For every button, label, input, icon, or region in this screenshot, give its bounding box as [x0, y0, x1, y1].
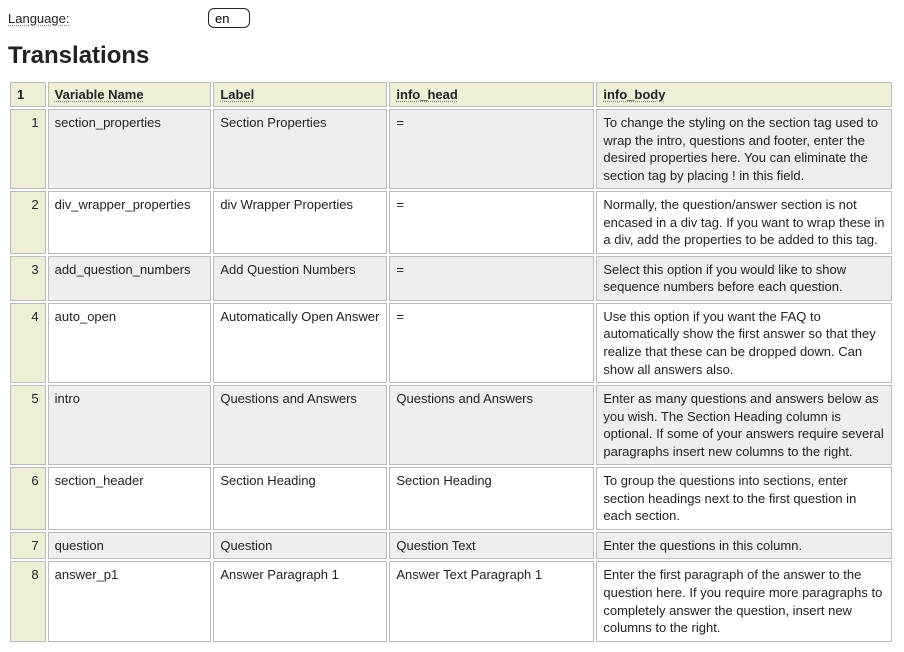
cell-info-head[interactable]: Question Text — [389, 532, 594, 560]
table-corner-cell[interactable]: 1 — [10, 82, 46, 107]
cell-label[interactable]: Section Properties — [213, 109, 387, 189]
language-row: Language: — [8, 8, 896, 28]
col-header-variable-name[interactable]: Variable Name — [48, 82, 212, 107]
cell-info-body[interactable]: Enter the first paragraph of the answer … — [596, 561, 892, 641]
row-number[interactable]: 8 — [10, 561, 46, 641]
row-number[interactable]: 4 — [10, 303, 46, 383]
col-header-info-head[interactable]: info_head — [389, 82, 594, 107]
cell-variable-name[interactable]: section_header — [48, 467, 212, 530]
cell-info-body[interactable]: Use this option if you want the FAQ to a… — [596, 303, 892, 383]
cell-info-body[interactable]: Enter as many questions and answers belo… — [596, 385, 892, 465]
table-row: 1 section_properties Section Properties … — [10, 109, 892, 189]
translations-table: 1 Variable Name Label info_head info_bod… — [8, 80, 894, 644]
cell-variable-name[interactable]: intro — [48, 385, 212, 465]
cell-info-body[interactable]: To group the questions into sections, en… — [596, 467, 892, 530]
language-input[interactable] — [208, 8, 250, 28]
cell-info-head[interactable]: = — [389, 109, 594, 189]
table-row: 6 section_header Section Heading Section… — [10, 467, 892, 530]
cell-variable-name[interactable]: section_properties — [48, 109, 212, 189]
cell-label[interactable]: Question — [213, 532, 387, 560]
table-row: 2 div_wrapper_properties div Wrapper Pro… — [10, 191, 892, 254]
cell-label[interactable]: Automatically Open Answer — [213, 303, 387, 383]
cell-info-body[interactable]: To change the styling on the section tag… — [596, 109, 892, 189]
row-number[interactable]: 7 — [10, 532, 46, 560]
cell-info-head[interactable]: = — [389, 303, 594, 383]
page-title: Translations — [8, 42, 896, 70]
table-row: 4 auto_open Automatically Open Answer = … — [10, 303, 892, 383]
cell-label[interactable]: div Wrapper Properties — [213, 191, 387, 254]
cell-info-body[interactable]: Normally, the question/answer section is… — [596, 191, 892, 254]
row-number[interactable]: 5 — [10, 385, 46, 465]
row-number[interactable]: 1 — [10, 109, 46, 189]
cell-info-head[interactable]: = — [389, 191, 594, 254]
cell-info-head[interactable]: Answer Text Paragraph 1 — [389, 561, 594, 641]
cell-label[interactable]: Questions and Answers — [213, 385, 387, 465]
language-label: Language: — [8, 11, 208, 26]
cell-variable-name[interactable]: add_question_numbers — [48, 256, 212, 301]
cell-label[interactable]: Section Heading — [213, 467, 387, 530]
table-header-row: 1 Variable Name Label info_head info_bod… — [10, 82, 892, 107]
cell-info-body[interactable]: Select this option if you would like to … — [596, 256, 892, 301]
cell-info-head[interactable]: Section Heading — [389, 467, 594, 530]
cell-label[interactable]: Answer Paragraph 1 — [213, 561, 387, 641]
cell-variable-name[interactable]: auto_open — [48, 303, 212, 383]
cell-variable-name[interactable]: answer_p1 — [48, 561, 212, 641]
cell-label[interactable]: Add Question Numbers — [213, 256, 387, 301]
table-row: 8 answer_p1 Answer Paragraph 1 Answer Te… — [10, 561, 892, 641]
col-header-label[interactable]: Label — [213, 82, 387, 107]
col-header-info-body[interactable]: info_body — [596, 82, 892, 107]
table-row: 3 add_question_numbers Add Question Numb… — [10, 256, 892, 301]
cell-variable-name[interactable]: div_wrapper_properties — [48, 191, 212, 254]
cell-info-body[interactable]: Enter the questions in this column. — [596, 532, 892, 560]
row-number[interactable]: 2 — [10, 191, 46, 254]
cell-info-head[interactable]: = — [389, 256, 594, 301]
cell-variable-name[interactable]: question — [48, 532, 212, 560]
row-number[interactable]: 6 — [10, 467, 46, 530]
table-row: 5 intro Questions and Answers Questions … — [10, 385, 892, 465]
row-number[interactable]: 3 — [10, 256, 46, 301]
table-row: 7 question Question Question Text Enter … — [10, 532, 892, 560]
cell-info-head[interactable]: Questions and Answers — [389, 385, 594, 465]
